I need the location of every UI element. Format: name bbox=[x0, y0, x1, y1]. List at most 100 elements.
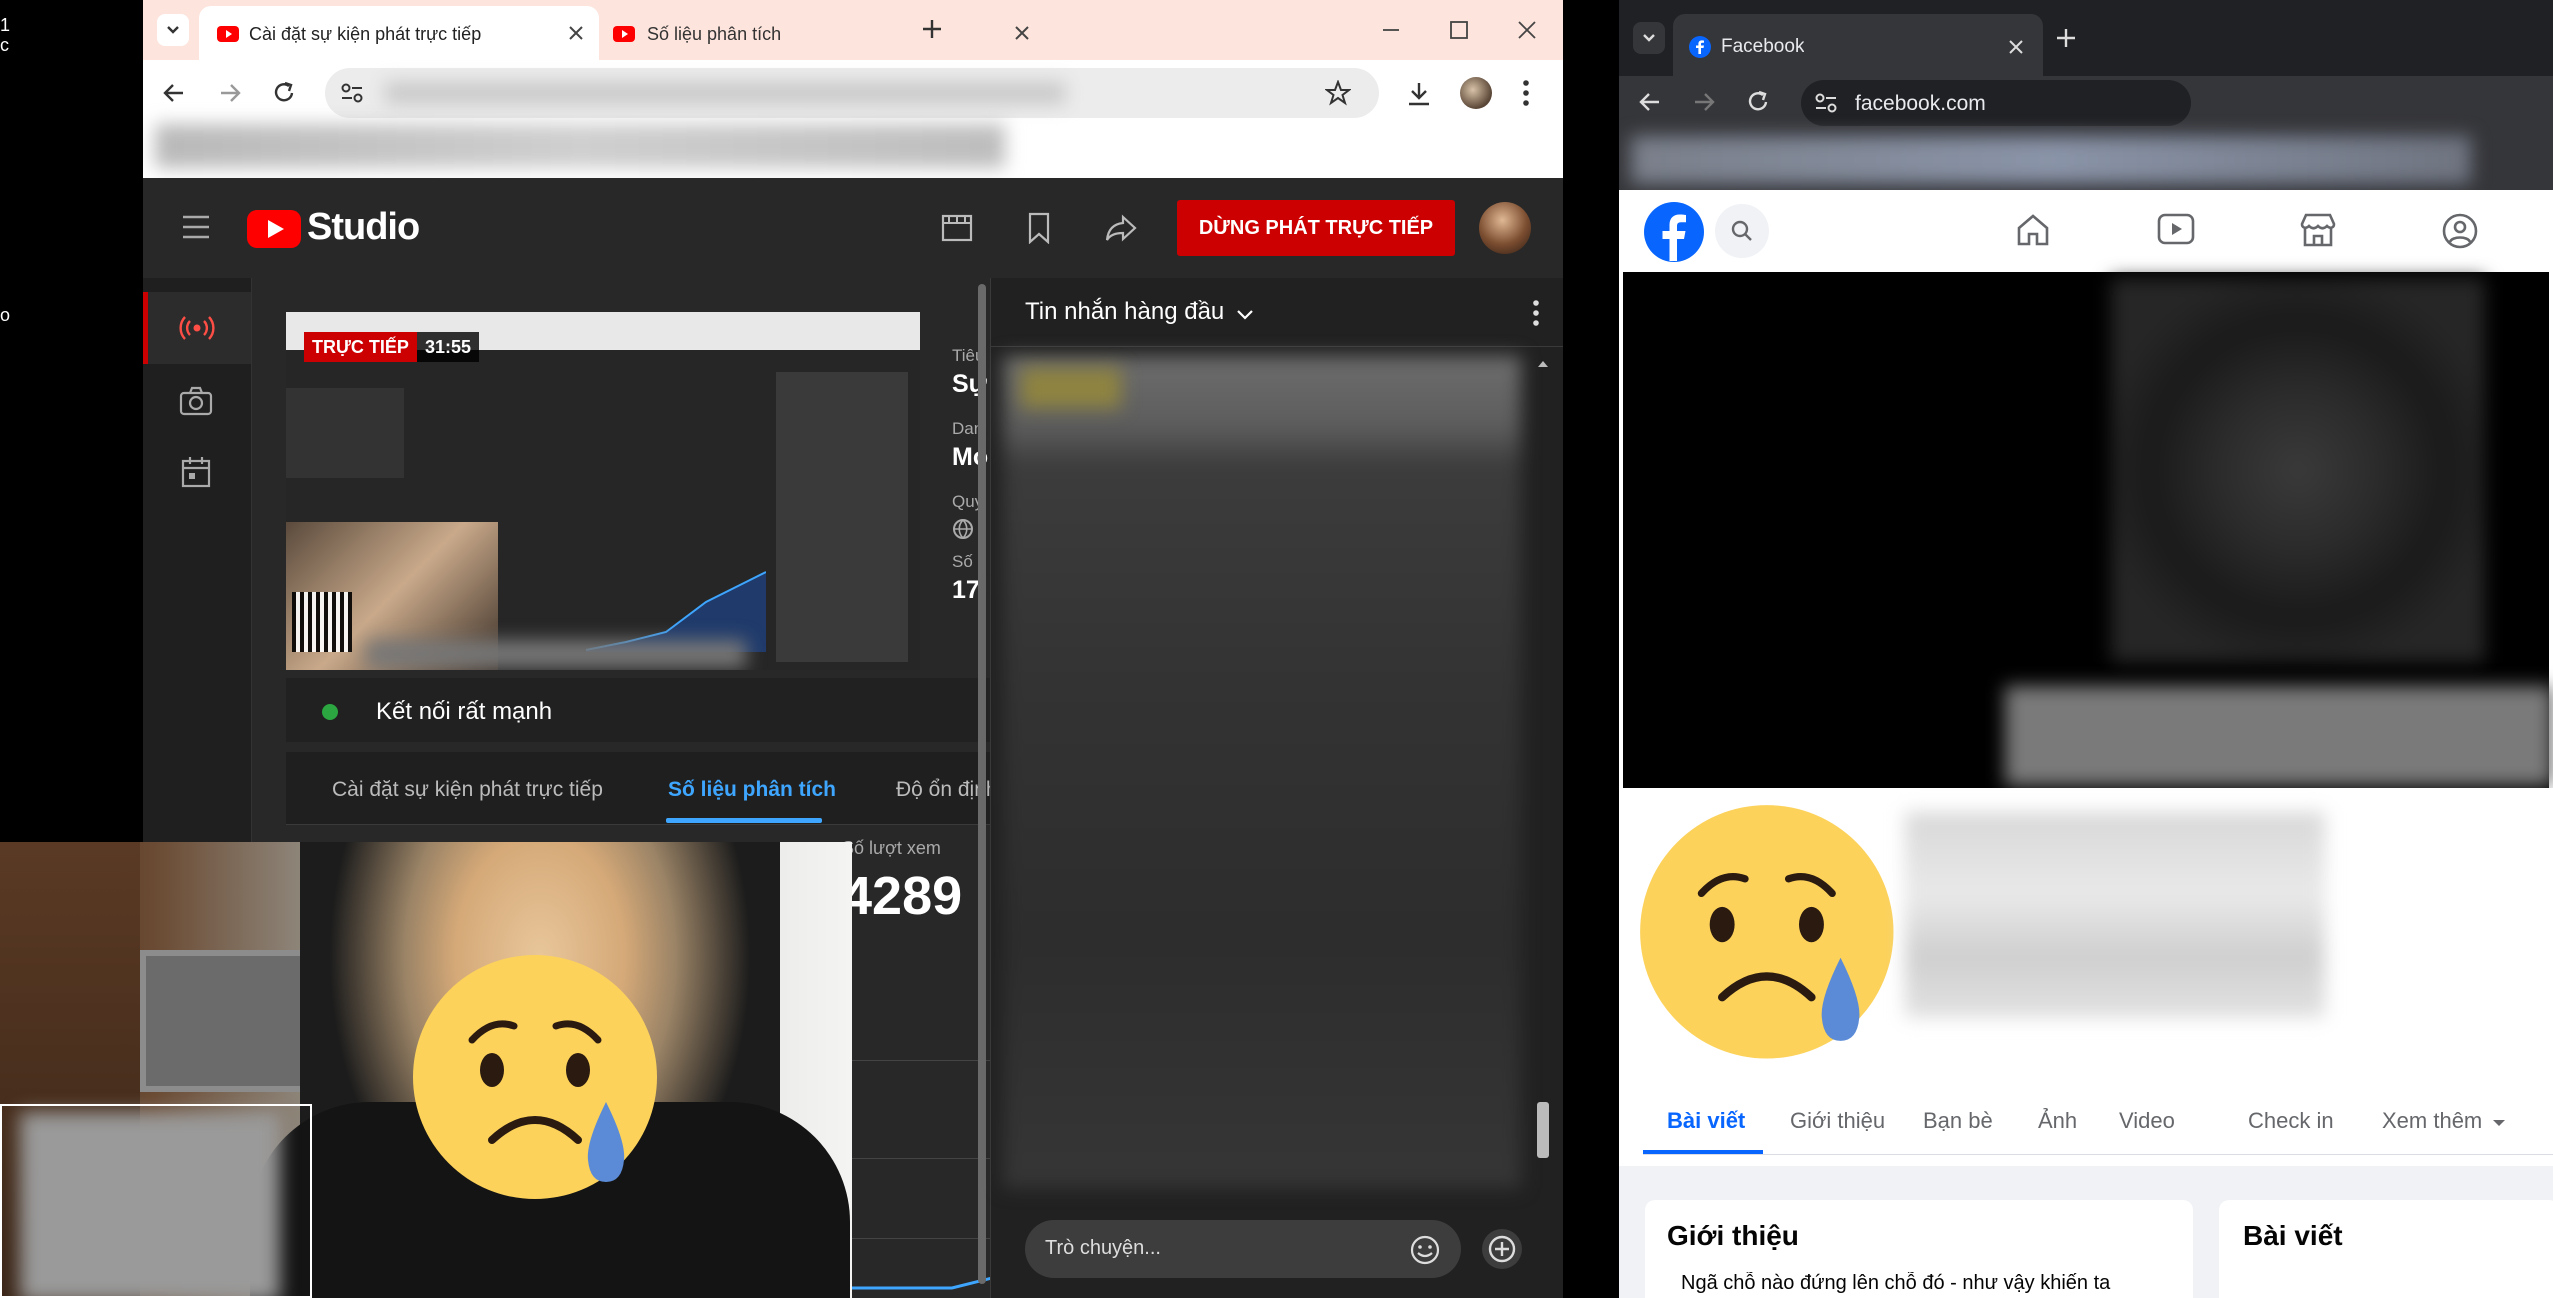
calendar-icon[interactable] bbox=[181, 456, 211, 488]
forward-arrow-icon[interactable] bbox=[217, 80, 243, 106]
hamburger-menu-icon[interactable] bbox=[181, 214, 211, 240]
kebab-menu-icon[interactable] bbox=[1531, 298, 1541, 328]
views-value: 4289 bbox=[842, 866, 963, 926]
facebook-window: Facebook facebook.com Bài viết Giới thiệ… bbox=[1619, 0, 2553, 1298]
emoji-icon[interactable] bbox=[1409, 1234, 1441, 1266]
studio-logo-text: Studio bbox=[307, 206, 420, 248]
active-tab-underline bbox=[1643, 1150, 1763, 1154]
chevron-down-icon bbox=[157, 14, 189, 46]
download-icon[interactable] bbox=[1405, 80, 1433, 108]
facebook-logo-icon[interactable] bbox=[1643, 201, 1705, 263]
reload-icon[interactable] bbox=[1745, 89, 1771, 115]
tab-search-button[interactable] bbox=[157, 14, 189, 46]
browser-tab-studio[interactable]: Cài đặt sự kiện phát trực tiếp bbox=[199, 6, 599, 60]
fragment-3: o bbox=[0, 305, 11, 325]
redacted-cover-logo bbox=[2111, 278, 2485, 662]
chat-mode-dropdown[interactable]: Tin nhắn hàng đầu bbox=[1025, 298, 1255, 326]
live-timer: 31:55 bbox=[416, 332, 479, 362]
marketplace-icon[interactable] bbox=[2299, 212, 2337, 248]
browser-toolbar: facebook.com bbox=[1619, 76, 2553, 190]
add-circle-icon[interactable] bbox=[1481, 1228, 1523, 1270]
video-icon[interactable] bbox=[2157, 212, 2195, 248]
chat-input[interactable]: Trò chuyện... bbox=[1025, 1220, 1461, 1278]
facebook-header bbox=[1619, 190, 2553, 273]
tab-event-settings[interactable]: Cài đặt sự kiện phát trực tiếp bbox=[332, 778, 603, 802]
back-arrow-icon[interactable] bbox=[1637, 89, 1663, 115]
close-icon[interactable] bbox=[567, 24, 585, 42]
tab-friends[interactable]: Bạn bè bbox=[1923, 1108, 1993, 1134]
new-tab-plus-icon[interactable] bbox=[2055, 27, 2077, 49]
bookmark-icon[interactable] bbox=[1027, 212, 1051, 244]
live-badge-text: TRỰC TIẾP bbox=[304, 332, 417, 362]
minimize-icon[interactable] bbox=[1381, 20, 1401, 40]
channel-avatar[interactable] bbox=[1479, 202, 1531, 254]
chat-input-placeholder: Trò chuyện... bbox=[1045, 1237, 1161, 1259]
profile-avatar[interactable] bbox=[1460, 77, 1492, 109]
reload-icon[interactable] bbox=[271, 80, 297, 106]
webcam-box-frame bbox=[0, 1104, 312, 1298]
views-label: Số lượt xem bbox=[842, 838, 941, 858]
browser-tab-raze[interactable]: Số liệu phân tích bbox=[603, 6, 1033, 60]
tab-about[interactable]: Giới thiệu bbox=[1790, 1108, 1885, 1134]
nav-item-stream[interactable] bbox=[143, 292, 251, 364]
close-icon[interactable] bbox=[2007, 38, 2025, 56]
new-tab-plus-icon[interactable] bbox=[921, 18, 943, 40]
redacted-bookmarks-bar bbox=[155, 124, 1005, 168]
youtube-favicon-icon bbox=[217, 26, 239, 42]
tab-title: Số liệu phân tích bbox=[647, 24, 782, 44]
tab-search-button[interactable] bbox=[1633, 22, 1665, 54]
tab-posts[interactable]: Bài viết bbox=[1667, 1108, 1745, 1134]
cover-photo[interactable] bbox=[1619, 272, 2553, 788]
left-fragment-text: 1 c o bbox=[0, 15, 10, 325]
redacted-chat-messages bbox=[1003, 356, 1521, 1188]
site-settings-icon[interactable] bbox=[1813, 90, 1839, 116]
webcam-overlay bbox=[0, 842, 852, 1298]
captions-icon[interactable] bbox=[941, 214, 973, 242]
scroll-up-icon[interactable] bbox=[1535, 357, 1551, 369]
chat-scrollbar[interactable] bbox=[1535, 356, 1551, 1188]
share-icon[interactable] bbox=[1105, 214, 1137, 242]
home-icon[interactable] bbox=[2015, 212, 2051, 248]
chat-scroll-thumb[interactable] bbox=[1537, 1102, 1549, 1158]
webcam-tv bbox=[140, 950, 322, 1092]
browser-tab-facebook[interactable]: Facebook bbox=[1673, 14, 2043, 76]
bookmark-star-icon[interactable] bbox=[1325, 80, 1351, 106]
redacted-profile-name bbox=[1905, 812, 2325, 1018]
back-arrow-icon[interactable] bbox=[161, 80, 187, 106]
redacted-url bbox=[385, 82, 1065, 104]
groups-icon[interactable] bbox=[2441, 212, 2479, 250]
youtube-favicon-icon bbox=[613, 26, 635, 42]
site-settings-icon[interactable] bbox=[339, 80, 365, 106]
search-button[interactable] bbox=[1715, 204, 1769, 258]
tab-videos[interactable]: Video bbox=[2119, 1108, 2175, 1134]
tab-check-in[interactable]: Check in bbox=[2248, 1108, 2334, 1134]
browser-tab-strip: Facebook bbox=[1619, 0, 2553, 76]
analytics-tabs: Cài đặt sự kiện phát trực tiếp Số liệu p… bbox=[286, 752, 990, 825]
forward-arrow-icon[interactable] bbox=[1691, 89, 1717, 115]
main-scrollbar[interactable] bbox=[978, 284, 986, 1284]
chevron-down-icon bbox=[1235, 308, 1255, 322]
preview-inner-chart bbox=[586, 571, 766, 652]
tab-analytics[interactable]: Số liệu phân tích bbox=[668, 778, 836, 802]
tab-title: Facebook bbox=[1721, 36, 1805, 57]
address-bar[interactable]: facebook.com bbox=[1801, 80, 2191, 126]
connection-status-text: Kết nối rất mạnh bbox=[376, 698, 553, 725]
window-close-icon[interactable] bbox=[1517, 20, 1537, 40]
tab-stability[interactable]: Độ ổn định bbox=[896, 778, 990, 802]
studio-header: Studio DỪNG PHÁT TRỰC TIẾP bbox=[143, 178, 1563, 278]
camera-icon[interactable] bbox=[179, 386, 213, 416]
browser-tab-strip: Cài đặt sự kiện phát trực tiếp Số liệu p… bbox=[143, 0, 1563, 60]
kebab-menu-icon[interactable] bbox=[1521, 78, 1531, 108]
stop-live-button[interactable]: DỪNG PHÁT TRỰC TIẾP bbox=[1177, 200, 1455, 256]
tab-photos[interactable]: Ảnh bbox=[2038, 1108, 2077, 1134]
address-bar[interactable] bbox=[325, 68, 1379, 118]
fragment-2: c bbox=[0, 35, 9, 55]
close-icon[interactable] bbox=[1013, 24, 1031, 42]
address-text: facebook.com bbox=[1855, 92, 1986, 115]
profile-tabs: Bài viết Giới thiệu Bạn bè Ảnh Video Che… bbox=[1643, 1088, 2553, 1155]
crying-emoji-icon[interactable] bbox=[1637, 802, 1907, 1072]
maximize-icon[interactable] bbox=[1449, 20, 1469, 40]
tab-title: Cài đặt sự kiện phát trực tiếp bbox=[249, 24, 482, 44]
stream-preview[interactable]: TRỰC TIẾP 31:55 bbox=[286, 312, 920, 670]
tab-see-more[interactable]: Xem thêm bbox=[2382, 1108, 2506, 1134]
